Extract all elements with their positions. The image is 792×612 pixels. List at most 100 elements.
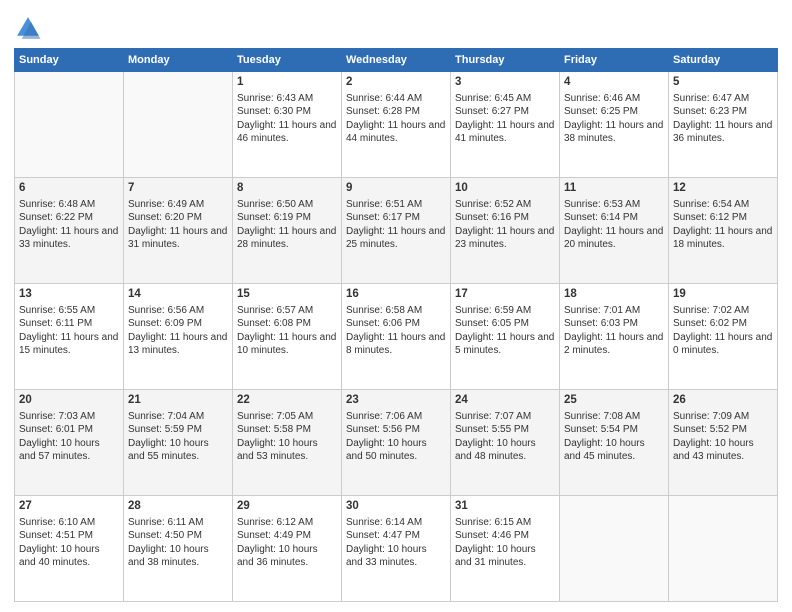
weekday-header-row: SundayMondayTuesdayWednesdayThursdayFrid… <box>15 49 778 72</box>
calendar-cell: 27Sunrise: 6:10 AM Sunset: 4:51 PM Dayli… <box>15 496 124 602</box>
calendar-cell: 18Sunrise: 7:01 AM Sunset: 6:03 PM Dayli… <box>560 284 669 390</box>
day-number: 5 <box>673 75 773 91</box>
weekday-header: Tuesday <box>233 49 342 72</box>
page: SundayMondayTuesdayWednesdayThursdayFrid… <box>0 0 792 612</box>
day-info: Sunrise: 6:44 AM Sunset: 6:28 PM Dayligh… <box>346 92 446 146</box>
calendar-cell: 22Sunrise: 7:05 AM Sunset: 5:58 PM Dayli… <box>233 390 342 496</box>
day-number: 20 <box>19 393 119 409</box>
weekday-header: Monday <box>124 49 233 72</box>
calendar-cell: 17Sunrise: 6:59 AM Sunset: 6:05 PM Dayli… <box>451 284 560 390</box>
day-number: 24 <box>455 393 555 409</box>
calendar-cell: 1Sunrise: 6:43 AM Sunset: 6:30 PM Daylig… <box>233 72 342 178</box>
day-info: Sunrise: 6:50 AM Sunset: 6:19 PM Dayligh… <box>237 198 337 252</box>
day-info: Sunrise: 6:12 AM Sunset: 4:49 PM Dayligh… <box>237 516 337 570</box>
calendar-week-row: 6Sunrise: 6:48 AM Sunset: 6:22 PM Daylig… <box>15 178 778 284</box>
calendar-cell: 2Sunrise: 6:44 AM Sunset: 6:28 PM Daylig… <box>342 72 451 178</box>
calendar-cell: 14Sunrise: 6:56 AM Sunset: 6:09 PM Dayli… <box>124 284 233 390</box>
day-number: 9 <box>346 181 446 197</box>
calendar-cell: 10Sunrise: 6:52 AM Sunset: 6:16 PM Dayli… <box>451 178 560 284</box>
logo <box>14 14 46 42</box>
calendar-cell: 7Sunrise: 6:49 AM Sunset: 6:20 PM Daylig… <box>124 178 233 284</box>
calendar-cell: 11Sunrise: 6:53 AM Sunset: 6:14 PM Dayli… <box>560 178 669 284</box>
day-info: Sunrise: 6:47 AM Sunset: 6:23 PM Dayligh… <box>673 92 773 146</box>
calendar-cell: 12Sunrise: 6:54 AM Sunset: 6:12 PM Dayli… <box>669 178 778 284</box>
calendar-body: 1Sunrise: 6:43 AM Sunset: 6:30 PM Daylig… <box>15 72 778 602</box>
day-number: 10 <box>455 181 555 197</box>
day-info: Sunrise: 7:05 AM Sunset: 5:58 PM Dayligh… <box>237 410 337 464</box>
day-number: 11 <box>564 181 664 197</box>
day-number: 22 <box>237 393 337 409</box>
day-number: 28 <box>128 499 228 515</box>
day-info: Sunrise: 6:58 AM Sunset: 6:06 PM Dayligh… <box>346 304 446 358</box>
day-info: Sunrise: 6:49 AM Sunset: 6:20 PM Dayligh… <box>128 198 228 252</box>
day-info: Sunrise: 6:46 AM Sunset: 6:25 PM Dayligh… <box>564 92 664 146</box>
calendar-cell: 24Sunrise: 7:07 AM Sunset: 5:55 PM Dayli… <box>451 390 560 496</box>
weekday-header: Friday <box>560 49 669 72</box>
day-info: Sunrise: 7:08 AM Sunset: 5:54 PM Dayligh… <box>564 410 664 464</box>
day-info: Sunrise: 6:57 AM Sunset: 6:08 PM Dayligh… <box>237 304 337 358</box>
day-number: 19 <box>673 287 773 303</box>
calendar-cell: 29Sunrise: 6:12 AM Sunset: 4:49 PM Dayli… <box>233 496 342 602</box>
day-number: 2 <box>346 75 446 91</box>
calendar-cell <box>15 72 124 178</box>
day-info: Sunrise: 6:53 AM Sunset: 6:14 PM Dayligh… <box>564 198 664 252</box>
calendar-cell: 16Sunrise: 6:58 AM Sunset: 6:06 PM Dayli… <box>342 284 451 390</box>
calendar-cell <box>669 496 778 602</box>
calendar-cell: 15Sunrise: 6:57 AM Sunset: 6:08 PM Dayli… <box>233 284 342 390</box>
day-info: Sunrise: 7:04 AM Sunset: 5:59 PM Dayligh… <box>128 410 228 464</box>
day-info: Sunrise: 7:03 AM Sunset: 6:01 PM Dayligh… <box>19 410 119 464</box>
day-number: 16 <box>346 287 446 303</box>
day-number: 23 <box>346 393 446 409</box>
day-number: 7 <box>128 181 228 197</box>
day-info: Sunrise: 6:45 AM Sunset: 6:27 PM Dayligh… <box>455 92 555 146</box>
calendar-cell: 8Sunrise: 6:50 AM Sunset: 6:19 PM Daylig… <box>233 178 342 284</box>
day-info: Sunrise: 6:54 AM Sunset: 6:12 PM Dayligh… <box>673 198 773 252</box>
day-number: 27 <box>19 499 119 515</box>
day-number: 13 <box>19 287 119 303</box>
day-number: 15 <box>237 287 337 303</box>
day-info: Sunrise: 6:11 AM Sunset: 4:50 PM Dayligh… <box>128 516 228 570</box>
calendar-week-row: 27Sunrise: 6:10 AM Sunset: 4:51 PM Dayli… <box>15 496 778 602</box>
day-info: Sunrise: 7:07 AM Sunset: 5:55 PM Dayligh… <box>455 410 555 464</box>
day-info: Sunrise: 6:55 AM Sunset: 6:11 PM Dayligh… <box>19 304 119 358</box>
calendar-header: SundayMondayTuesdayWednesdayThursdayFrid… <box>15 49 778 72</box>
calendar-cell: 19Sunrise: 7:02 AM Sunset: 6:02 PM Dayli… <box>669 284 778 390</box>
header <box>14 10 778 42</box>
day-info: Sunrise: 6:10 AM Sunset: 4:51 PM Dayligh… <box>19 516 119 570</box>
calendar-cell: 6Sunrise: 6:48 AM Sunset: 6:22 PM Daylig… <box>15 178 124 284</box>
calendar-cell: 26Sunrise: 7:09 AM Sunset: 5:52 PM Dayli… <box>669 390 778 496</box>
day-info: Sunrise: 6:14 AM Sunset: 4:47 PM Dayligh… <box>346 516 446 570</box>
day-info: Sunrise: 7:02 AM Sunset: 6:02 PM Dayligh… <box>673 304 773 358</box>
day-info: Sunrise: 6:56 AM Sunset: 6:09 PM Dayligh… <box>128 304 228 358</box>
calendar-cell: 28Sunrise: 6:11 AM Sunset: 4:50 PM Dayli… <box>124 496 233 602</box>
day-number: 18 <box>564 287 664 303</box>
calendar-cell: 20Sunrise: 7:03 AM Sunset: 6:01 PM Dayli… <box>15 390 124 496</box>
calendar-cell: 3Sunrise: 6:45 AM Sunset: 6:27 PM Daylig… <box>451 72 560 178</box>
calendar-cell: 31Sunrise: 6:15 AM Sunset: 4:46 PM Dayli… <box>451 496 560 602</box>
calendar-cell: 9Sunrise: 6:51 AM Sunset: 6:17 PM Daylig… <box>342 178 451 284</box>
calendar-cell: 21Sunrise: 7:04 AM Sunset: 5:59 PM Dayli… <box>124 390 233 496</box>
calendar-week-row: 1Sunrise: 6:43 AM Sunset: 6:30 PM Daylig… <box>15 72 778 178</box>
day-number: 21 <box>128 393 228 409</box>
weekday-header: Wednesday <box>342 49 451 72</box>
day-number: 30 <box>346 499 446 515</box>
day-number: 6 <box>19 181 119 197</box>
day-number: 25 <box>564 393 664 409</box>
calendar-cell: 4Sunrise: 6:46 AM Sunset: 6:25 PM Daylig… <box>560 72 669 178</box>
calendar-table: SundayMondayTuesdayWednesdayThursdayFrid… <box>14 48 778 602</box>
day-number: 29 <box>237 499 337 515</box>
calendar-cell: 13Sunrise: 6:55 AM Sunset: 6:11 PM Dayli… <box>15 284 124 390</box>
day-info: Sunrise: 7:09 AM Sunset: 5:52 PM Dayligh… <box>673 410 773 464</box>
day-info: Sunrise: 7:06 AM Sunset: 5:56 PM Dayligh… <box>346 410 446 464</box>
day-number: 12 <box>673 181 773 197</box>
calendar-cell: 25Sunrise: 7:08 AM Sunset: 5:54 PM Dayli… <box>560 390 669 496</box>
day-number: 4 <box>564 75 664 91</box>
day-info: Sunrise: 7:01 AM Sunset: 6:03 PM Dayligh… <box>564 304 664 358</box>
day-number: 3 <box>455 75 555 91</box>
calendar-cell <box>124 72 233 178</box>
day-number: 8 <box>237 181 337 197</box>
logo-icon <box>14 14 42 42</box>
day-number: 17 <box>455 287 555 303</box>
calendar-cell: 5Sunrise: 6:47 AM Sunset: 6:23 PM Daylig… <box>669 72 778 178</box>
day-info: Sunrise: 6:52 AM Sunset: 6:16 PM Dayligh… <box>455 198 555 252</box>
